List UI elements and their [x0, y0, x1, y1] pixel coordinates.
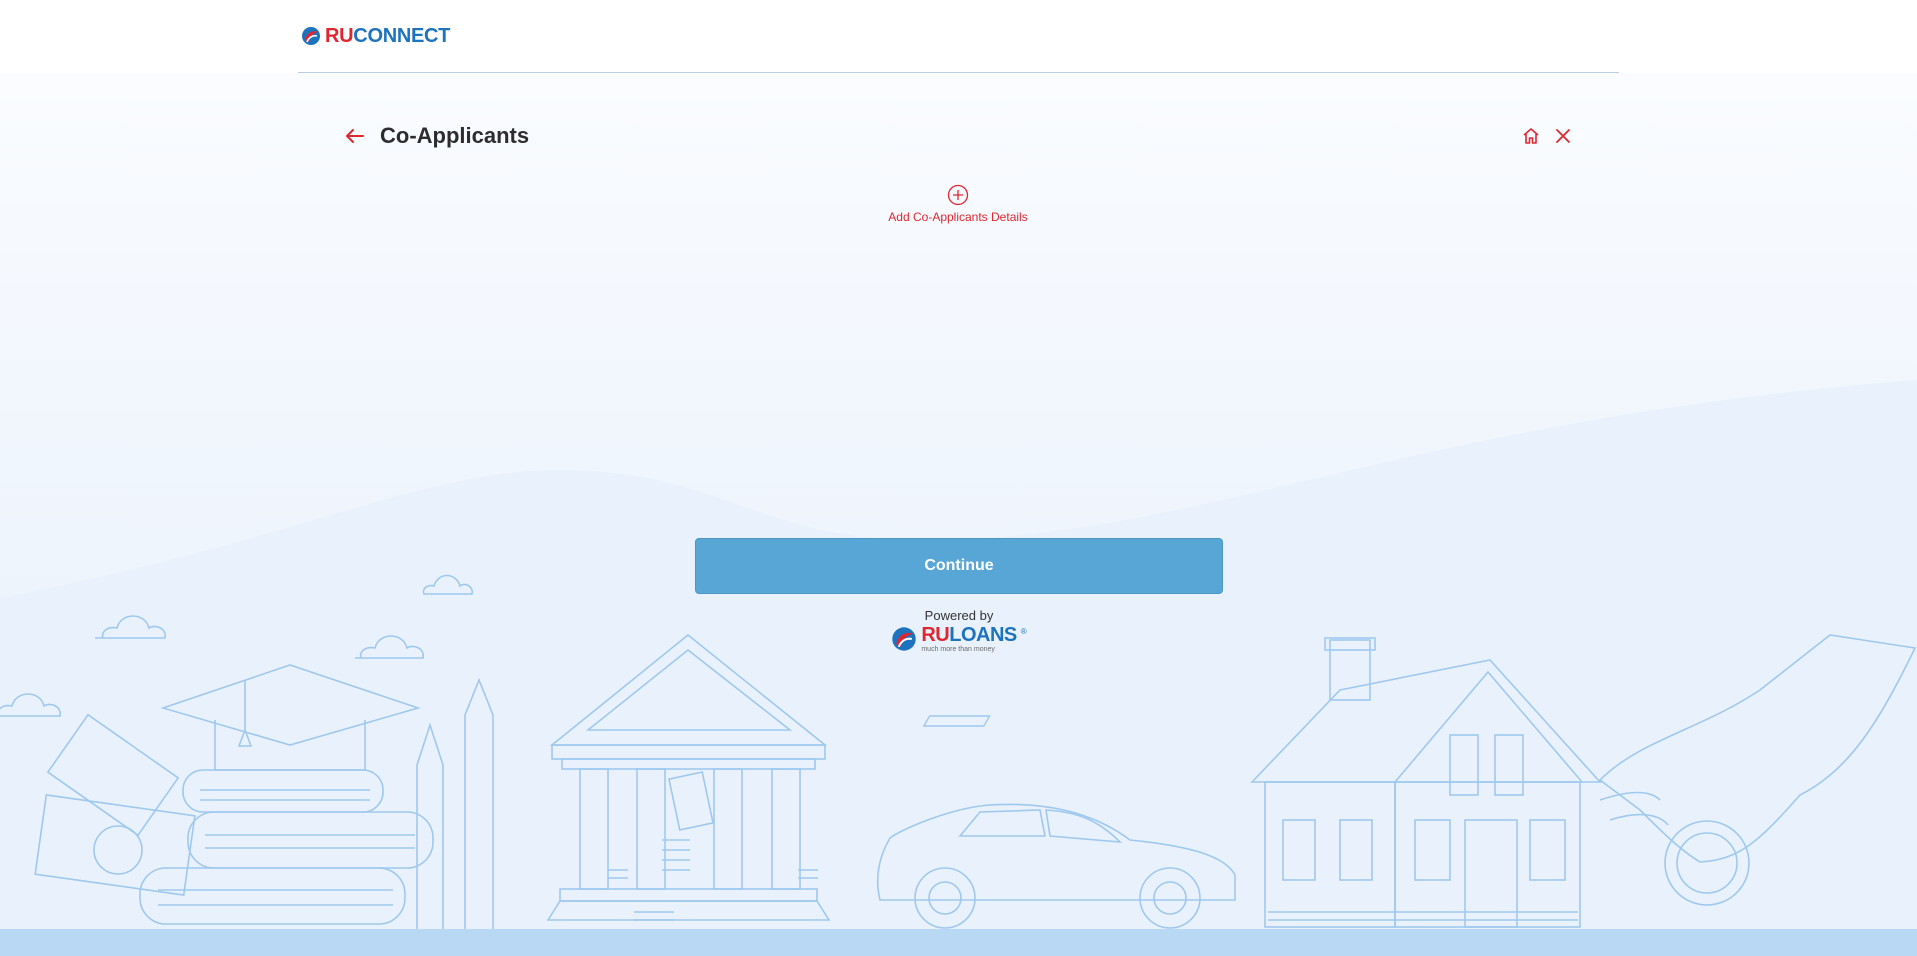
- add-co-applicant-button[interactable]: Add Co-Applicants Details: [838, 184, 1078, 224]
- ruloans-logo: RULOANS much more than money ®: [891, 624, 1027, 653]
- page-background: Co-Applicants Add Co-Applicants Details …: [0, 73, 1917, 956]
- logo-text: RUCONNECT: [325, 25, 450, 48]
- ruloans-loans: LOANS: [949, 624, 1017, 646]
- home-button[interactable]: [1520, 125, 1542, 147]
- close-button[interactable]: [1552, 125, 1574, 147]
- ruconnect-logo[interactable]: RUCONNECT: [301, 22, 450, 50]
- arrow-left-icon: [346, 129, 364, 143]
- page-header: Co-Applicants: [344, 118, 529, 154]
- logo-connect: CONNECT: [353, 24, 451, 47]
- header-actions: [1520, 124, 1574, 148]
- page-title: Co-Applicants: [380, 123, 530, 148]
- app-header: RUCONNECT: [0, 0, 1917, 72]
- ruloans-name: RULOANS: [921, 624, 1017, 646]
- registered-mark: ®: [1020, 627, 1027, 636]
- continue-button[interactable]: Continue: [695, 538, 1223, 594]
- add-co-applicant-label: Add Co-Applicants Details: [888, 210, 1028, 224]
- plus-circle-icon: [947, 184, 969, 206]
- powered-by-text: Powered by: [924, 608, 994, 623]
- logo-ru: RU: [325, 24, 354, 47]
- ruloans-tagline: much more than money: [921, 646, 995, 653]
- ruloans-logo-mark-icon: [892, 627, 917, 651]
- back-button[interactable]: [344, 125, 366, 147]
- home-icon: [1523, 128, 1539, 144]
- ruloans-wordmark: RULOANS much more than money: [921, 624, 1017, 653]
- close-icon: [1556, 129, 1570, 143]
- powered-by: Powered by RULOANS much more than money …: [880, 608, 1038, 653]
- ruloans-ru: RU: [921, 624, 950, 646]
- ruconnect-logo-mark-icon: [302, 27, 320, 45]
